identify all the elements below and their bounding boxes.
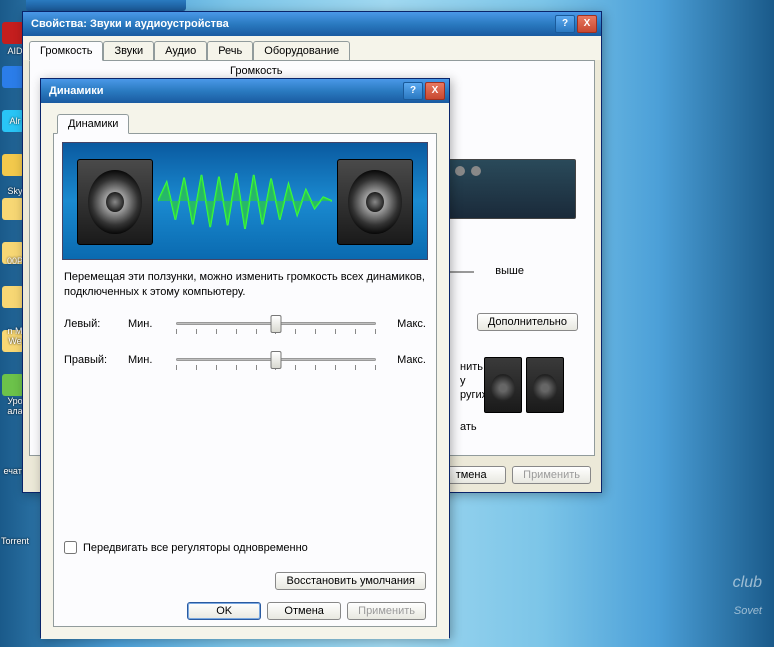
window-title: Свойства: Звуки и аудиоустройства: [27, 18, 553, 30]
dialog-body: Динамики Перемещая эти ползунки, можно и…: [41, 103, 449, 639]
titlebar[interactable]: Свойства: Звуки и аудиоустройства ? X: [23, 12, 601, 36]
desktop-folder-icon[interactable]: [2, 286, 24, 308]
tab-panel: Перемещая эти ползунки, можно изменить г…: [53, 133, 437, 627]
min-label: Мин.: [128, 318, 170, 330]
desktop-shortcut-icon[interactable]: [2, 154, 24, 176]
speaker-icon: [484, 357, 522, 413]
right-slider-thumb[interactable]: [271, 351, 282, 369]
min-label: Мин.: [128, 354, 170, 366]
window-title: Динамики: [45, 85, 401, 97]
help-button[interactable]: ?: [403, 82, 423, 100]
speaker-visual: [62, 142, 428, 260]
tab-hardware[interactable]: Оборудование: [253, 41, 350, 61]
desktop-utorrent-icon[interactable]: [2, 374, 24, 396]
audio-device-image: [446, 159, 576, 219]
section-header: Громкость: [230, 65, 282, 77]
tab-speech[interactable]: Речь: [207, 41, 253, 61]
speakers-dialog: Динамики ? X Динамики Перемещая эти полз…: [40, 78, 450, 638]
left-speaker-icon: [77, 159, 153, 245]
desktop-icon-label: Torrent: [0, 536, 30, 546]
watermark-small: club: [733, 577, 762, 590]
ok-button[interactable]: OK: [187, 602, 261, 620]
apply-button[interactable]: Применить: [347, 602, 426, 620]
right-slider[interactable]: [176, 348, 376, 372]
right-speaker-icon: [337, 159, 413, 245]
move-all-label: Передвигать все регуляторы одновременно: [83, 542, 308, 554]
left-channel-row: Левый: Мин. Макс.: [64, 312, 426, 336]
tab-strip: Громкость Звуки Аудио Речь Оборудование: [23, 36, 601, 60]
desktop-shortcut-icon[interactable]: [2, 22, 24, 44]
tab-speakers[interactable]: Динамики: [57, 114, 129, 134]
watermark: club Sovet: [733, 577, 762, 617]
obscured-text: нить: [460, 361, 483, 373]
tab-audio[interactable]: Аудио: [154, 41, 207, 61]
speakers-image: [484, 357, 564, 413]
apply-button[interactable]: Применить: [512, 466, 591, 484]
watermark-big: Sovet: [734, 605, 762, 617]
close-button[interactable]: X: [577, 15, 597, 33]
restore-defaults-button[interactable]: Восстановить умолчания: [275, 572, 426, 590]
max-label: Макс.: [382, 318, 426, 330]
dialog-button-row: тмена Применить: [436, 466, 591, 484]
desktop-folder-icon[interactable]: [2, 198, 24, 220]
advanced-button[interactable]: Дополнительно: [477, 313, 578, 331]
right-label: Правый:: [64, 354, 128, 366]
description-text: Перемещая эти ползунки, можно изменить г…: [64, 270, 426, 300]
cancel-button[interactable]: Отмена: [267, 602, 341, 620]
move-all-checkbox[interactable]: [64, 541, 77, 554]
tab-volume[interactable]: Громкость: [29, 41, 103, 61]
move-all-row: Передвигать все регуляторы одновременно: [64, 541, 308, 554]
right-channel-row: Правый: Мин. Макс.: [64, 348, 426, 372]
dialog-button-row: OK Отмена Применить: [187, 602, 426, 620]
truncated-window-bar: [26, 0, 186, 11]
help-button[interactable]: ?: [555, 15, 575, 33]
close-button[interactable]: X: [425, 82, 445, 100]
left-slider-thumb[interactable]: [271, 315, 282, 333]
desktop-shortcut-icon[interactable]: [2, 66, 24, 88]
speaker-icon: [526, 357, 564, 413]
obscured-text: у: [460, 375, 466, 387]
max-label: Макс.: [382, 354, 426, 366]
volume-high-label: выше: [495, 265, 524, 277]
left-slider[interactable]: [176, 312, 376, 336]
sound-wave-icon: [158, 173, 332, 229]
left-label: Левый:: [64, 318, 128, 330]
titlebar[interactable]: Динамики ? X: [41, 79, 449, 103]
obscured-text: ать: [460, 421, 477, 433]
tab-sounds[interactable]: Звуки: [103, 41, 154, 61]
